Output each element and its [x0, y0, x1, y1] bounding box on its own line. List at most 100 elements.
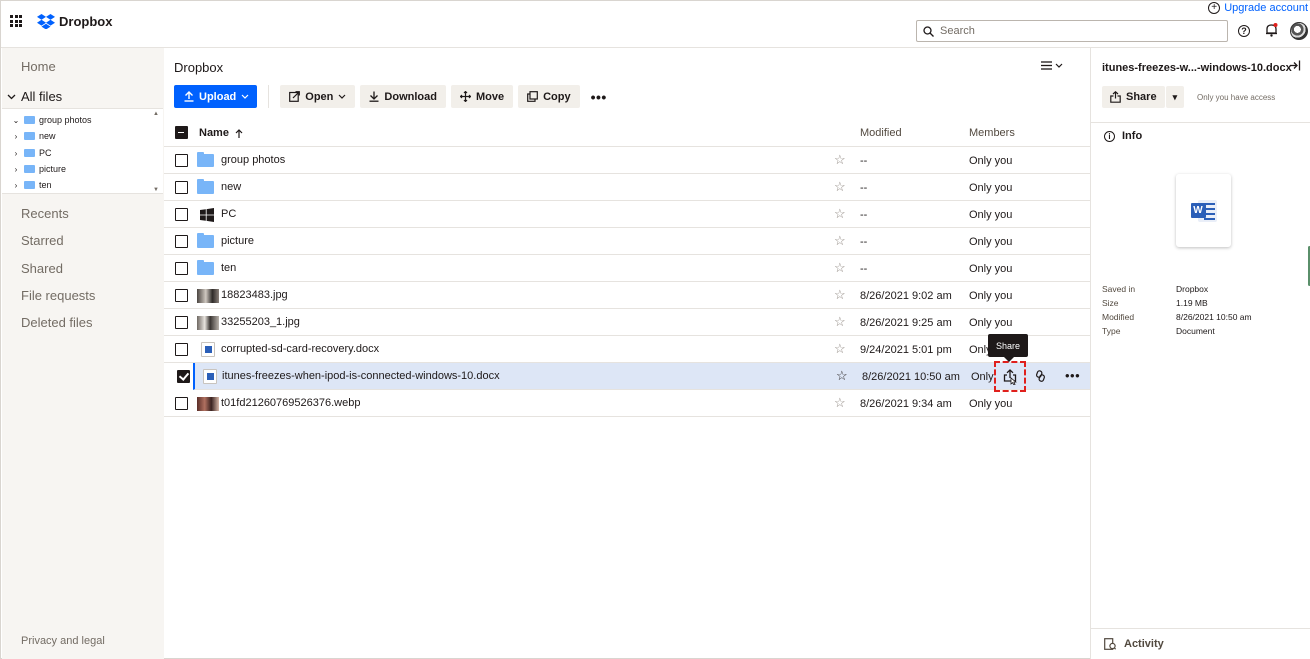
select-all-checkbox[interactable] — [175, 126, 188, 139]
row-checkbox[interactable] — [175, 397, 188, 410]
table-row[interactable]: PC ☆ -- Only you — [164, 201, 1090, 228]
chevron-right-icon[interactable]: › — [12, 181, 20, 190]
panel-share-button[interactable]: Share — [1102, 86, 1165, 108]
bell-icon[interactable] — [1265, 23, 1278, 37]
file-name[interactable]: PC — [221, 208, 236, 220]
file-name[interactable]: new — [221, 181, 241, 193]
nav-file-requests[interactable]: File requests — [21, 288, 95, 303]
file-name[interactable]: 33255203_1.jpg — [221, 316, 300, 328]
user-avatar[interactable] — [1290, 22, 1308, 40]
plus-circle-icon: + — [1208, 2, 1221, 14]
nav-shared[interactable]: Shared — [21, 261, 63, 276]
row-checkbox[interactable] — [175, 181, 188, 194]
file-name[interactable]: itunes-freezes-when-ipod-is-connected-wi… — [222, 370, 500, 382]
open-button[interactable]: Open — [280, 85, 356, 108]
more-actions-button[interactable]: ••• — [585, 85, 613, 108]
tree-item-group-photos[interactable]: ⌄ group photos — [12, 114, 92, 126]
tree-item-new[interactable]: › new — [12, 130, 56, 142]
nav-all-files[interactable]: All files — [7, 89, 62, 104]
chevron-right-icon[interactable]: › — [12, 132, 20, 141]
search-input[interactable] — [940, 25, 1210, 37]
table-row[interactable]: ten ☆ -- Only you — [164, 255, 1090, 282]
close-panel-icon[interactable] — [1289, 60, 1301, 71]
activity-section[interactable]: Activity — [1091, 628, 1310, 659]
star-icon[interactable]: ☆ — [834, 395, 846, 411]
left-sidebar: Home All files ⌄ group photos › new › PC — [2, 48, 164, 659]
star-icon[interactable]: ☆ — [834, 179, 846, 195]
row-checkbox[interactable] — [175, 262, 188, 275]
app-grid-icon[interactable] — [10, 15, 22, 27]
folder-icon — [197, 233, 214, 248]
share-button[interactable] — [994, 361, 1026, 392]
chevron-down-icon[interactable]: ⌄ — [12, 116, 20, 125]
column-name-header[interactable]: Name — [199, 127, 243, 139]
row-checkbox[interactable] — [175, 235, 188, 248]
dropbox-logo[interactable]: Dropbox — [37, 14, 112, 29]
scroll-down-icon[interactable]: ▼ — [153, 187, 159, 193]
share-options-button[interactable]: ▾ — [1165, 86, 1185, 108]
file-name[interactable]: 18823483.jpg — [221, 289, 288, 301]
table-row[interactable]: 33255203_1.jpg ☆ 8/26/2021 9:25 am Only … — [164, 309, 1090, 336]
upgrade-account-link[interactable]: + Upgrade account — [1208, 2, 1308, 14]
folder-tree: ⌄ group photos › new › PC › picture › te… — [2, 108, 163, 194]
meta-value: 8/26/2021 10:50 am — [1176, 312, 1252, 322]
help-icon[interactable]: ? — [1238, 25, 1250, 37]
star-icon[interactable]: ☆ — [834, 206, 846, 222]
row-checkbox[interactable] — [175, 289, 188, 302]
star-icon[interactable]: ☆ — [834, 260, 846, 276]
copy-button[interactable]: Copy — [518, 85, 580, 108]
view-toggle[interactable] — [1041, 61, 1063, 70]
nav-starred[interactable]: Starred — [21, 233, 64, 248]
row-checkbox[interactable] — [175, 154, 188, 167]
chevron-right-icon[interactable]: › — [12, 149, 20, 158]
breadcrumb[interactable]: Dropbox — [174, 60, 223, 75]
members-value: Only — [971, 371, 994, 383]
scroll-up-icon[interactable]: ▲ — [153, 111, 159, 117]
column-members-header[interactable]: Members — [969, 127, 1015, 139]
star-icon[interactable]: ☆ — [834, 152, 846, 168]
row-checkbox[interactable] — [175, 343, 188, 356]
row-checkbox[interactable] — [175, 316, 188, 329]
info-section-header[interactable]: i Info — [1104, 130, 1142, 142]
table-row[interactable]: 18823483.jpg ☆ 8/26/2021 9:02 am Only yo… — [164, 282, 1090, 309]
copy-link-icon[interactable] — [1036, 369, 1045, 382]
chevron-down-icon — [338, 94, 346, 99]
file-preview[interactable]: W — [1176, 174, 1231, 247]
download-button[interactable]: Download — [360, 85, 446, 108]
star-icon[interactable]: ☆ — [834, 287, 846, 303]
table-row[interactable]: t01fd21260769526376.webp ☆ 8/26/2021 9:3… — [164, 390, 1090, 417]
table-row-selected[interactable]: itunes-freezes-when-ipod-is-connected-wi… — [177, 361, 1090, 392]
tree-item-ten[interactable]: › ten — [12, 179, 52, 191]
row-checkbox[interactable] — [177, 370, 190, 383]
table-row[interactable]: picture ☆ -- Only you — [164, 228, 1090, 255]
file-name[interactable]: picture — [221, 235, 254, 247]
star-icon[interactable]: ☆ — [834, 341, 846, 357]
search-box[interactable] — [916, 20, 1228, 42]
nav-deleted-files[interactable]: Deleted files — [21, 315, 93, 330]
tree-scrollbar[interactable]: ▲ ▼ — [153, 111, 161, 193]
details-panel: itunes-freezes-w...-windows-10.docx Shar… — [1090, 48, 1310, 659]
star-icon[interactable]: ☆ — [834, 233, 846, 249]
move-button[interactable]: Move — [450, 85, 514, 108]
upload-button[interactable]: Upload — [174, 85, 258, 108]
tree-item-picture[interactable]: › picture — [12, 163, 66, 175]
nav-home[interactable]: Home — [21, 59, 56, 74]
table-row[interactable]: group photos ☆ -- Only you — [164, 147, 1090, 174]
move-label: Move — [475, 90, 505, 103]
column-modified-header[interactable]: Modified — [860, 127, 902, 139]
tree-item-pc[interactable]: › PC — [12, 147, 52, 159]
star-icon[interactable]: ☆ — [836, 368, 848, 384]
privacy-legal-link[interactable]: Privacy and legal — [21, 635, 105, 647]
file-name[interactable]: t01fd21260769526376.webp — [221, 397, 360, 409]
table-row[interactable]: corrupted-sd-card-recovery.docx ☆ 9/24/2… — [164, 336, 1090, 363]
file-name[interactable]: ten — [221, 262, 236, 274]
file-name[interactable]: corrupted-sd-card-recovery.docx — [221, 343, 379, 355]
nav-recents[interactable]: Recents — [21, 206, 69, 221]
more-horizontal-icon[interactable]: ••• — [1065, 368, 1080, 383]
star-icon[interactable]: ☆ — [834, 314, 846, 330]
row-checkbox[interactable] — [175, 208, 188, 221]
table-row[interactable]: new ☆ -- Only you — [164, 174, 1090, 201]
file-name[interactable]: group photos — [221, 154, 285, 166]
chevron-down-icon — [1055, 63, 1063, 68]
chevron-right-icon[interactable]: › — [12, 165, 20, 174]
